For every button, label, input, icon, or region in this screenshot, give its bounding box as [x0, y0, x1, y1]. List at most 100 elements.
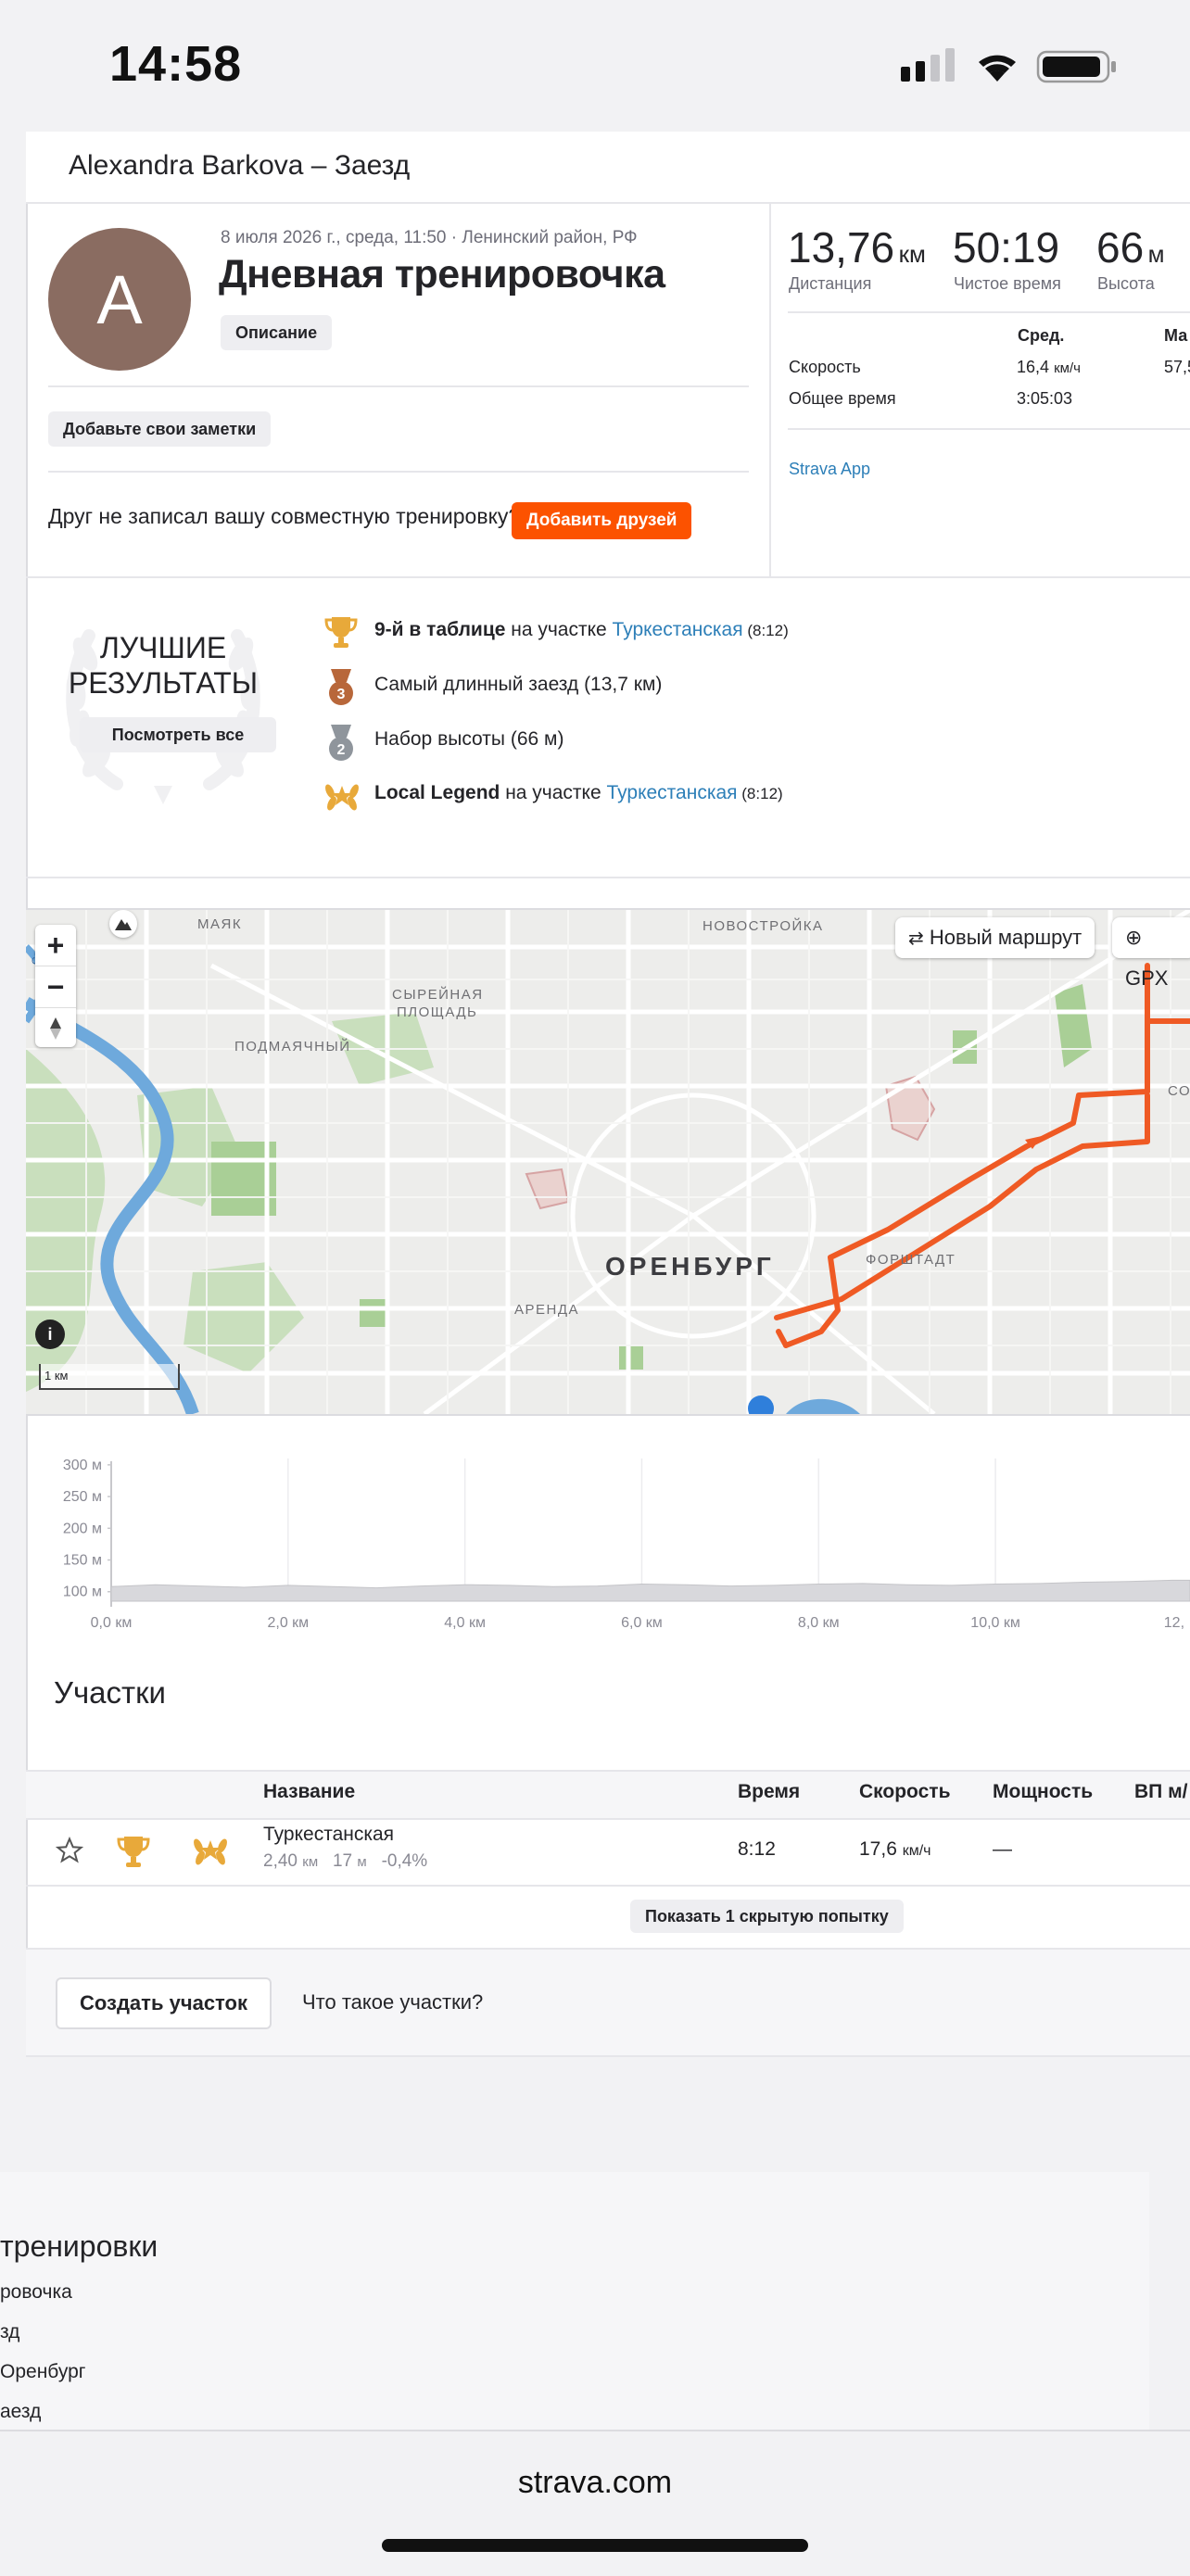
svg-text:3: 3 [337, 687, 346, 702]
show-hidden-efforts-button[interactable]: Показать 1 скрытую попытку [630, 1900, 904, 1933]
divider [788, 428, 1190, 430]
activity-meta: 8 июля 2026 г., среда, 11:50 · Ленинский… [221, 228, 638, 247]
address-url[interactable]: strava.com [0, 2465, 1190, 2501]
view-all-button[interactable]: Посмотреть все [80, 717, 276, 752]
create-segment-button[interactable]: Создать участок [56, 1977, 272, 2029]
elevation-chart[interactable]: 300 м 250 м 200 м 150 м 100 м 0,0 км 2,0 км 4,… [26, 1427, 1190, 1640]
svg-text:2: 2 [337, 742, 346, 758]
col-name[interactable]: Название [263, 1781, 355, 1803]
y-tick-label: 200 м [63, 1521, 102, 1536]
svg-text:СЫРЕЙНАЯ: СЫРЕЙНАЯ [392, 986, 484, 1003]
route-map[interactable]: МАЯК НОВОСТРОЙКА СЫРЕЙНАЯ ПЛОЩАДЬ ПОДМАЯ… [26, 908, 1190, 1416]
silver-medal-icon: 2 [329, 725, 353, 761]
local-legend-icon [325, 784, 359, 811]
col-power[interactable]: Мощность [993, 1781, 1093, 1803]
add-friends-button[interactable]: Добавить друзей [512, 502, 692, 539]
stat-distance-unit: км [898, 240, 926, 268]
gpx-label: GPX [1125, 966, 1169, 990]
x-tick-label: 4,0 км [444, 1615, 486, 1631]
speed-avg: 16,4 км/ч [1017, 358, 1081, 376]
divider [26, 877, 1190, 878]
star-icon[interactable] [56, 1837, 83, 1864]
col-avg-header: Сред. [1018, 326, 1065, 345]
header-divider [769, 202, 771, 578]
y-tick-label: 100 м [63, 1585, 102, 1600]
mountain-icon [115, 919, 132, 930]
laurel-wreath-icon [66, 629, 260, 804]
status-time: 14:58 [109, 36, 243, 92]
divider [26, 576, 1190, 578]
related-activity-item[interactable]: аезд [0, 2401, 41, 2423]
avatar[interactable]: A [48, 228, 191, 371]
y-tick-label: 250 м [63, 1489, 102, 1505]
battery-icon [1036, 50, 1116, 83]
related-activities-title: тренировки [0, 2229, 158, 2263]
gpx-download-button[interactable]: ⊕ GPX [1112, 917, 1190, 990]
activity-title: Дневная тренировочка [219, 252, 665, 297]
terrain-button[interactable] [109, 910, 137, 938]
y-tick-label: 150 м [63, 1553, 102, 1569]
download-icon: ⊕ [1125, 926, 1143, 949]
svg-text:ОРЕНБУРГ: ОРЕНБУРГ [605, 1252, 775, 1281]
stat-moving-time-value: 50:19 [953, 223, 1060, 271]
new-route-button[interactable]: ⇄ Новый маршрут [895, 917, 1095, 958]
map-info-button[interactable]: i [35, 1320, 65, 1349]
gold-trophy-icon [117, 1837, 150, 1867]
friend-prompt: Друг не записал вашу совместную трениров… [48, 504, 521, 528]
best-effort-row-3: Набор высоты (66 м) [374, 728, 564, 750]
segment-link[interactable]: Туркестанская [606, 782, 737, 803]
browser-address-bar [0, 2430, 1190, 2576]
new-route-label: Новый маршрут [929, 926, 1082, 949]
best-effort-row-2: Самый длинный заезд (13,7 км) [374, 674, 663, 695]
col-speed[interactable]: Скорость [859, 1781, 950, 1803]
segment-name-link[interactable]: Туркестанская [263, 1824, 394, 1846]
stat-distance-label: Дистанция [789, 274, 872, 293]
col-time[interactable]: Время [738, 1781, 800, 1803]
svg-text:ФОРШТАДТ: ФОРШТАДТ [866, 1252, 956, 1268]
related-activity-item[interactable]: Оренбург [0, 2361, 85, 2383]
stat-distance: 13,76 км [788, 222, 926, 272]
stat-elevation: 66 м [1096, 222, 1165, 272]
route-icon: ⇄ [908, 928, 924, 949]
y-tick-label: 300 м [63, 1458, 102, 1473]
related-activity-item[interactable]: ровочка [0, 2281, 72, 2304]
wifi-icon [979, 55, 1016, 82]
best-effort-row-4: Local Legend на участке Туркестанская (8… [374, 782, 783, 803]
what-are-segments-link[interactable]: Что такое участки? [302, 1990, 483, 2014]
x-tick-label: 0,0 км [91, 1615, 133, 1631]
segment-link[interactable]: Туркестанская [613, 619, 743, 640]
speed-max: 57,5 [1164, 358, 1190, 376]
x-tick-label: 2,0 км [267, 1615, 309, 1631]
col-vam[interactable]: ВП м/ [1134, 1781, 1187, 1803]
map-scale: 1 км [39, 1364, 180, 1390]
related-activity-item[interactable]: зд [0, 2321, 19, 2343]
device-link[interactable]: Strava App [789, 460, 870, 479]
stat-elevation-unit: м [1147, 240, 1165, 268]
segment-power: — [993, 1838, 1012, 1860]
cellular-signal-icon [901, 48, 955, 82]
segments-title: Участки [54, 1675, 166, 1710]
stat-distance-value: 13,76 [788, 223, 895, 271]
related-activities-panel [0, 2172, 1149, 2431]
stat-moving-time-label: Чистое время [954, 274, 1061, 293]
compass-icon [50, 1017, 61, 1040]
best-efforts-heading-line2: РЕЗУЛЬТАТЫ [68, 666, 259, 700]
divider [788, 311, 1190, 313]
description-button[interactable]: Описание [221, 315, 333, 350]
add-notes-button[interactable]: Добавьте свои заметки [48, 411, 272, 447]
elevation-area [110, 1579, 1190, 1602]
home-indicator[interactable] [382, 2539, 808, 2552]
compass-button[interactable] [35, 1007, 76, 1049]
zoom-in-button[interactable]: + [35, 925, 76, 966]
speed-label: Скорость [789, 358, 861, 376]
map-canvas: МАЯК НОВОСТРОЙКА СЫРЕЙНАЯ ПЛОЩАДЬ ПОДМАЯ… [26, 910, 1190, 1414]
svg-text:МАЯК: МАЯК [197, 916, 242, 932]
status-icons [901, 48, 1116, 83]
segment-time: 8:12 [738, 1838, 776, 1860]
zoom-out-button[interactable]: − [35, 966, 76, 1007]
elapsed-avg: 3:05:03 [1017, 389, 1073, 408]
segment-details: 2,40 км 17 м -0,4% [263, 1851, 428, 1871]
divider [26, 1885, 1190, 1887]
divider [48, 385, 749, 387]
svg-text:СО: СО [1168, 1083, 1190, 1099]
